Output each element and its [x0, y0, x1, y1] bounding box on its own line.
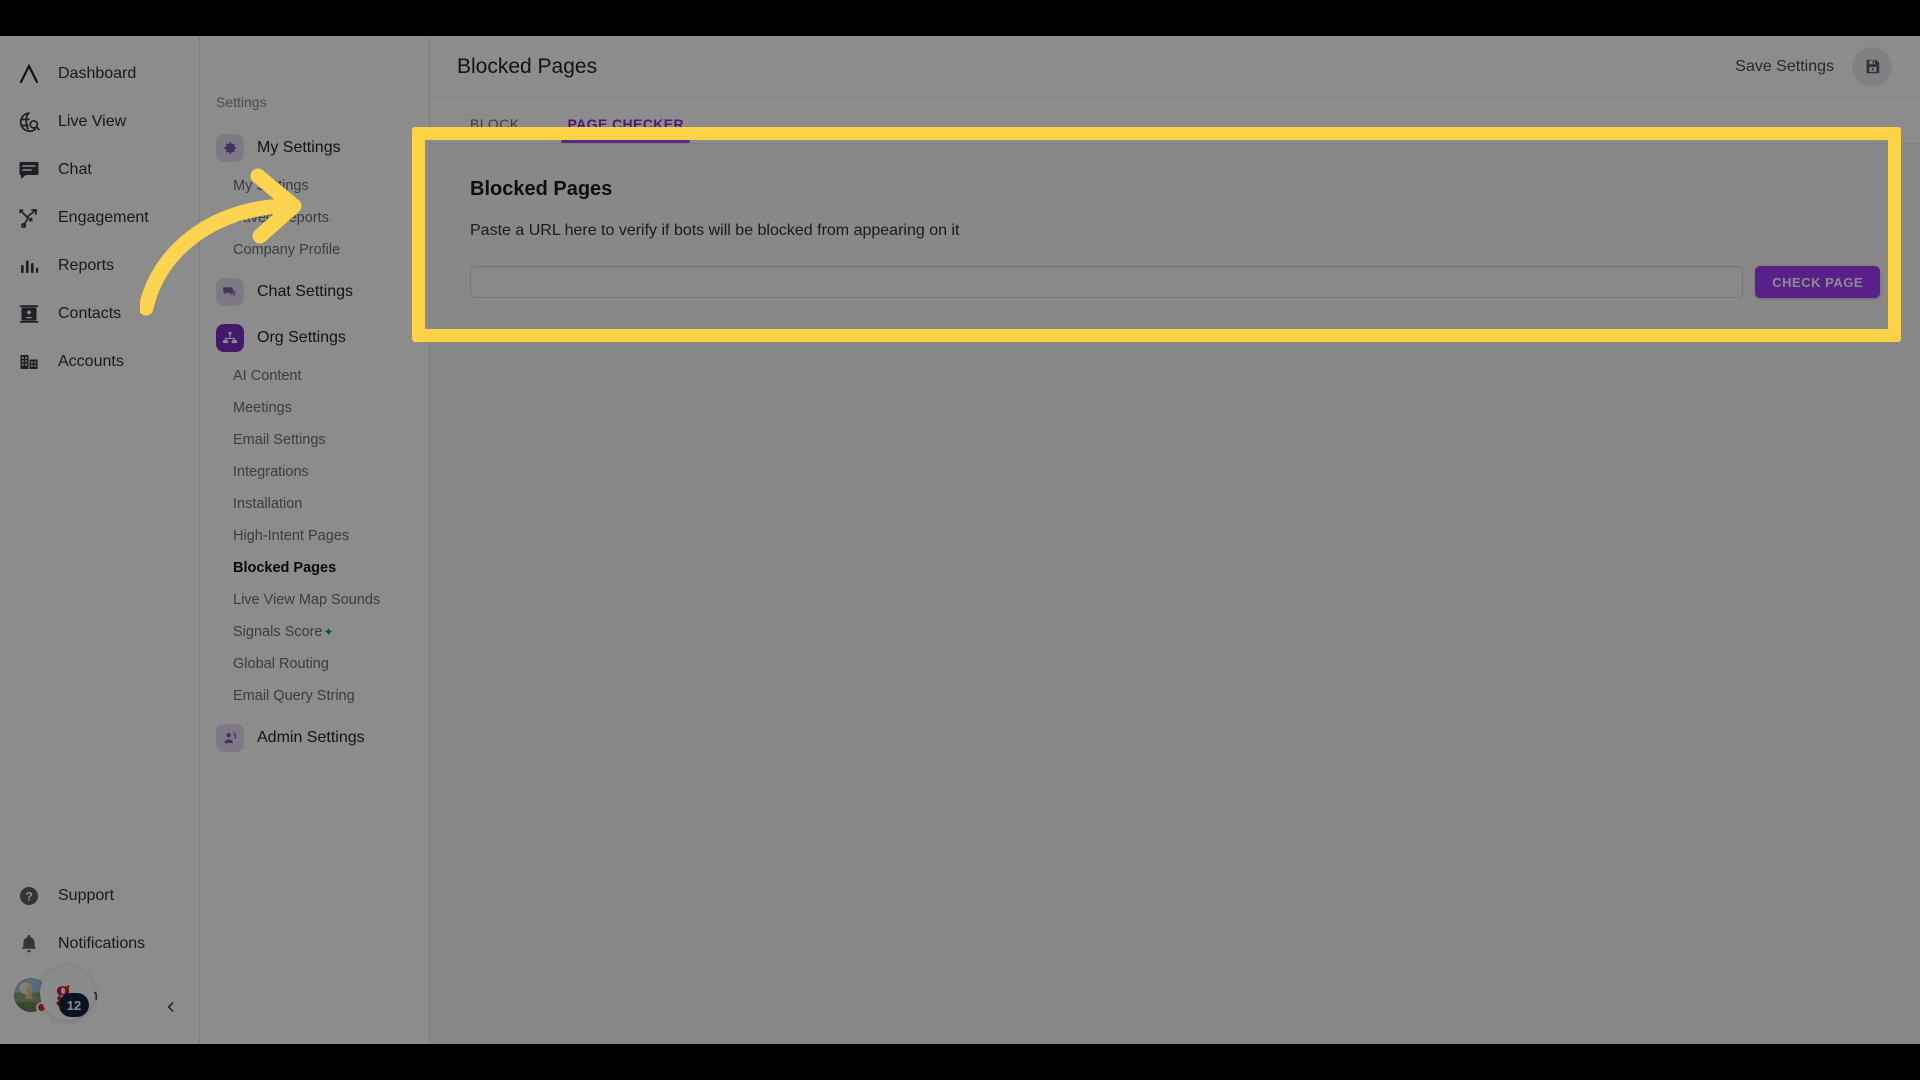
settings-group-label: Admin Settings — [257, 729, 365, 746]
gear-icon — [216, 134, 244, 162]
settings-nav-panel: Settings My Settings My Settings Saved R… — [200, 36, 430, 1044]
app-window: Dashboard Live View Chat Engagement Repo… — [0, 36, 1920, 1044]
page-title: Blocked Pages — [457, 54, 598, 78]
nav-item-label: Dashboard — [58, 65, 137, 82]
nav-item-support[interactable]: ? Support — [0, 872, 200, 920]
nav-item-contacts[interactable]: Contacts — [0, 290, 200, 338]
settings-subitem-global-routing[interactable]: Global Routing — [200, 648, 429, 680]
primary-nav-top-group: Dashboard Live View Chat Engagement Repo… — [0, 50, 200, 386]
help-circle-icon: ? — [16, 883, 42, 909]
settings-group-label: My Settings — [257, 139, 341, 156]
settings-subitem-installation[interactable]: Installation — [200, 488, 429, 520]
nav-item-reports[interactable]: Reports — [0, 242, 200, 290]
settings-subitem-meetings[interactable]: Meetings — [200, 392, 429, 424]
settings-subitem-label: Email Settings — [233, 432, 326, 448]
nav-item-dashboard[interactable]: Dashboard — [0, 50, 200, 98]
svg-text:?: ? — [25, 890, 32, 904]
page-header-actions: Save Settings — [1735, 46, 1892, 87]
nav-item-label: Chat — [58, 161, 92, 178]
org-chart-icon — [216, 324, 244, 352]
collapse-sidebar-button[interactable] — [158, 996, 184, 1022]
nav-item-label: Accounts — [58, 353, 124, 370]
nav-item-engagement[interactable]: Engagement — [0, 194, 200, 242]
settings-subitem-blocked-pages[interactable]: Blocked Pages — [200, 552, 429, 584]
nav-item-label: Live View — [58, 113, 127, 130]
page-header: Blocked Pages Save Settings — [430, 36, 1920, 98]
settings-subitem-label: Email Query String — [233, 688, 355, 704]
nav-item-label: Notifications — [58, 935, 146, 952]
settings-group-my-settings[interactable]: My Settings — [200, 128, 429, 168]
settings-subitem-label: High-Intent Pages — [233, 528, 350, 544]
nav-item-label: Reports — [58, 257, 115, 274]
nav-item-label: Support — [58, 887, 115, 904]
settings-subitem-my-settings[interactable]: My Settings — [200, 170, 429, 202]
url-input[interactable] — [470, 266, 1744, 298]
settings-subitem-label: Installation — [233, 496, 303, 512]
settings-subitem-integrations[interactable]: Integrations — [200, 456, 429, 488]
chevron-left-icon — [164, 999, 178, 1019]
nav-item-chat[interactable]: Chat — [0, 146, 200, 194]
settings-group-org-settings[interactable]: Org Settings — [200, 318, 429, 358]
main-content: Blocked Pages Save Settings BLOCK PAGE C… — [430, 36, 1920, 1044]
settings-subitem-company-profile[interactable]: Company Profile — [200, 234, 429, 266]
settings-subitem-ai-content[interactable]: AI Content — [200, 360, 429, 392]
nav-item-live-view[interactable]: Live View — [0, 98, 200, 146]
settings-subitem-signals-score[interactable]: Signals Score ✦ — [200, 616, 429, 648]
settings-group-label: Org Settings — [257, 329, 346, 346]
card-title: Blocked Pages — [470, 178, 613, 200]
admin-user-icon — [216, 724, 244, 752]
nav-item-label: Contacts — [58, 305, 122, 322]
settings-subitem-high-intent-pages[interactable]: High-Intent Pages — [200, 520, 429, 552]
settings-subitem-label: My Settings — [233, 178, 309, 194]
save-settings-label[interactable]: Save Settings — [1735, 58, 1834, 76]
nav-item-accounts[interactable]: Accounts — [0, 338, 200, 386]
settings-subitem-email-settings[interactable]: Email Settings — [200, 424, 429, 456]
chat-settings-icon — [216, 278, 244, 306]
settings-subitem-label: Blocked Pages — [233, 560, 337, 576]
contact-card-icon — [16, 301, 42, 327]
url-check-row: CHECK PAGE — [470, 266, 1880, 298]
nav-item-notifications[interactable]: Notifications — [0, 920, 200, 968]
settings-group-chat-settings[interactable]: Chat Settings — [200, 272, 429, 312]
chat-bubble-icon — [16, 157, 42, 183]
settings-tabs: BLOCK PAGE CHECKER — [430, 98, 1920, 144]
primary-nav-rail: Dashboard Live View Chat Engagement Repo… — [0, 36, 200, 1044]
settings-subitem-saved-reports[interactable]: Saved Reports — [200, 202, 429, 234]
settings-subitem-label: Global Routing — [233, 656, 329, 672]
check-page-button[interactable]: CHECK PAGE — [1755, 266, 1880, 298]
bar-chart-icon — [16, 253, 42, 279]
guide-launcher-count-badge[interactable]: 12 — [59, 993, 89, 1017]
settings-subitem-label: Meetings — [233, 400, 292, 416]
settings-subitem-label: Saved Reports — [233, 210, 329, 226]
settings-subitem-email-query-string[interactable]: Email Query String — [200, 680, 429, 712]
settings-subitem-label: Integrations — [233, 464, 309, 480]
primary-nav-bottom-group: ? Support Notifications Ngan — [0, 872, 200, 1022]
signals-score-sparkle-icon: ✦ — [323, 625, 334, 639]
settings-subitem-label: Signals Score — [233, 624, 323, 640]
settings-subitem-label: AI Content — [233, 368, 302, 384]
tab-label: PAGE CHECKER — [567, 116, 685, 132]
settings-panel-caption: Settings — [216, 94, 267, 110]
nav-item-label: Engagement — [58, 209, 149, 226]
card-description: Paste a URL here to verify if bots will … — [470, 222, 960, 239]
globe-search-icon — [16, 109, 42, 135]
tab-page-checker[interactable]: PAGE CHECKER — [561, 116, 690, 143]
blocked-pages-card: Blocked Pages Paste a URL here to verify… — [430, 144, 1920, 1044]
logo-chevron-icon — [16, 61, 42, 87]
engagement-play-icon — [16, 205, 42, 231]
settings-subitem-live-view-map-sounds[interactable]: Live View Map Sounds — [200, 584, 429, 616]
building-icon — [16, 349, 42, 375]
save-settings-button[interactable] — [1852, 46, 1892, 87]
settings-group-label: Chat Settings — [257, 283, 354, 300]
tab-block[interactable]: BLOCK — [470, 116, 519, 143]
settings-subitem-label: Live View Map Sounds — [233, 592, 381, 608]
tab-label: BLOCK — [470, 116, 520, 132]
settings-group-admin-settings[interactable]: Admin Settings — [200, 718, 429, 758]
floppy-save-icon — [1863, 57, 1882, 76]
settings-subitem-label: Company Profile — [233, 242, 341, 258]
bell-icon — [16, 931, 42, 957]
